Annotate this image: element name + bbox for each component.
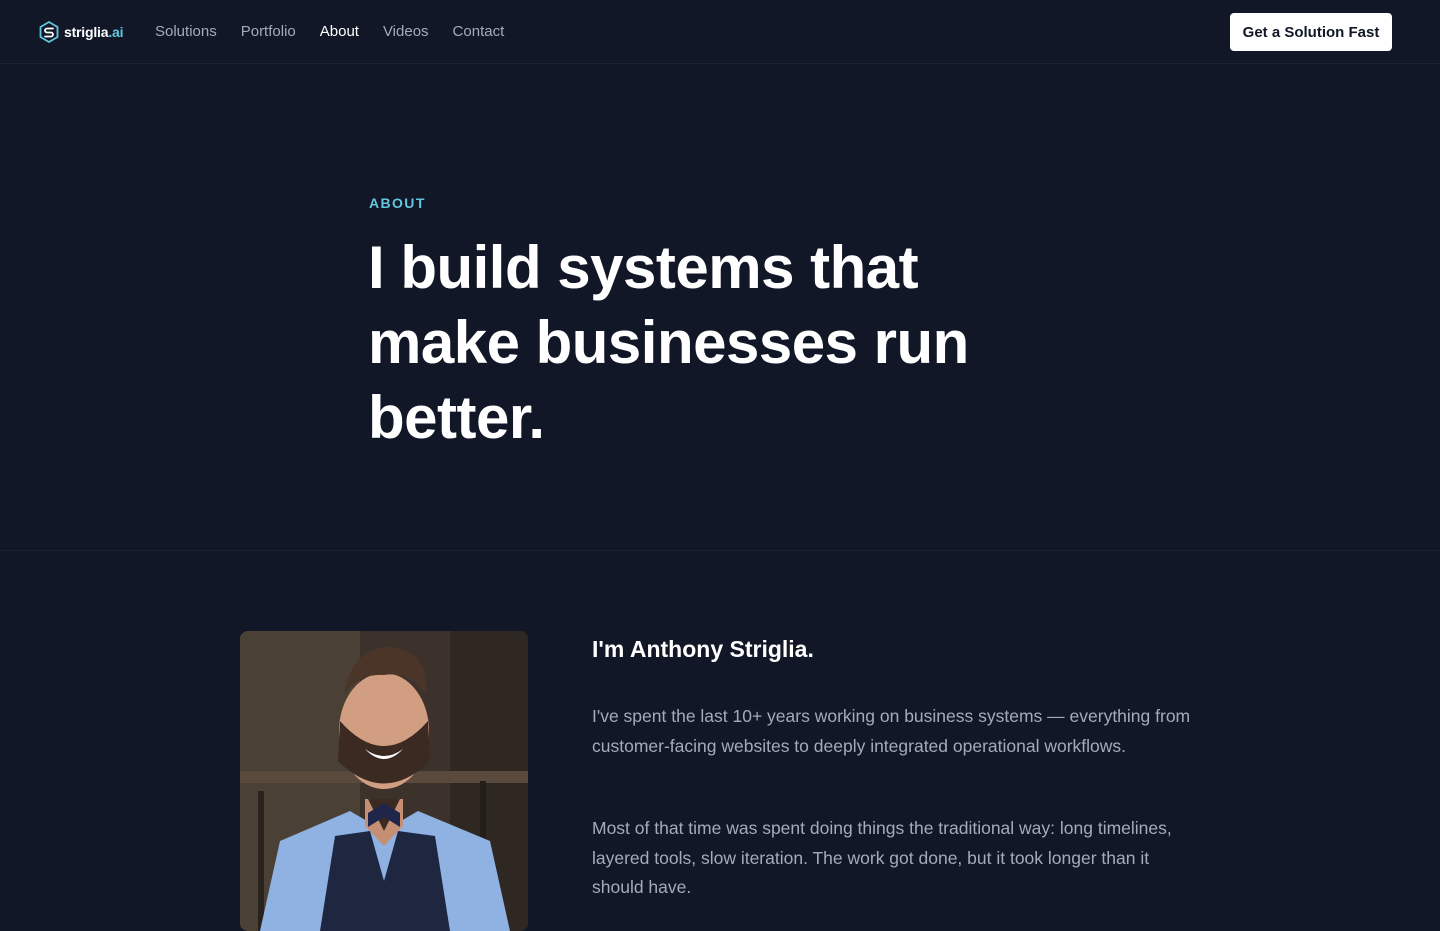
intro-paragraph-1: I've spent the last 10+ years working on…	[592, 706, 1191, 756]
top-navigation-bar: striglia.ai Solutions Portfolio About Vi…	[0, 0, 1440, 64]
page-title: I build systems that make businesses run…	[368, 234, 969, 451]
main-nav: Solutions Portfolio About Videos Contact	[155, 22, 504, 42]
section-eyebrow: ABOUT	[369, 195, 426, 211]
intro-heading: I'm Anthony Striglia.	[592, 636, 814, 662]
nav-link-about[interactable]: About	[320, 22, 359, 42]
hexagon-s-logo-icon	[39, 20, 59, 43]
portrait-photo	[240, 631, 528, 931]
brand-name: striglia.ai	[64, 23, 124, 40]
nav-link-contact[interactable]: Contact	[453, 22, 505, 42]
nav-link-portfolio[interactable]: Portfolio	[241, 22, 296, 42]
about-hero-section: ABOUT I build systems that make business…	[0, 65, 1440, 551]
get-solution-button[interactable]: Get a Solution Fast	[1230, 13, 1392, 51]
intro-paragraph-2: Most of that time was spent doing things…	[592, 818, 1172, 897]
nav-link-videos[interactable]: Videos	[383, 22, 429, 42]
nav-link-solutions[interactable]: Solutions	[155, 22, 217, 42]
brand-logo-link[interactable]: striglia.ai	[37, 19, 123, 44]
